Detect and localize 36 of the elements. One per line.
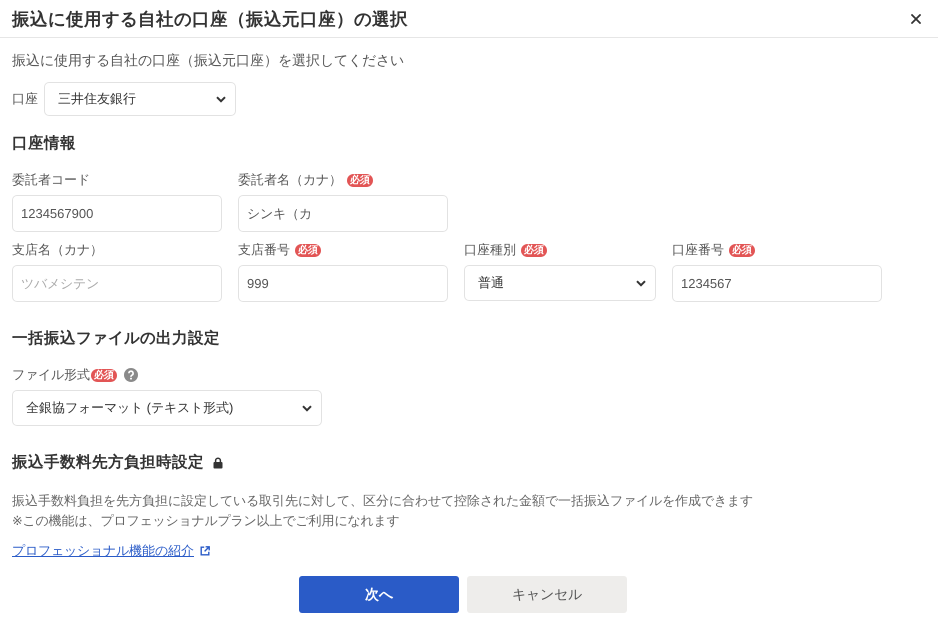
input-field[interactable]: 1234567900 <box>12 195 222 232</box>
required-badge: 必須 <box>347 174 373 186</box>
field-label: 委託者コード <box>12 171 90 189</box>
description-text: 振込手数料負担を先方負担に設定している取引先に対して、区分に合わせて控除された金額で一括振込ファイルを作成できます <box>12 492 754 510</box>
close-icon[interactable] <box>911 14 921 24</box>
field-label: 口座 <box>12 90 38 108</box>
description-text: ※この機能は、プロフェッショナルプラン以上でご利用になれます <box>12 512 401 530</box>
field-label: 支店番号 <box>238 241 290 259</box>
field-label: 委託者名（カナ） <box>238 171 342 189</box>
select-field[interactable]: 普通 <box>464 265 656 301</box>
field-label: 口座種別 <box>464 241 516 259</box>
chevron-down-icon <box>216 96 226 102</box>
required-badge: 必須 <box>295 244 321 256</box>
section-heading: 口座情報 <box>12 134 77 154</box>
input-field[interactable]: ツバメシテン <box>12 265 222 302</box>
input-field[interactable]: シンキ（カ <box>238 195 448 232</box>
account-select[interactable]: 三井住友銀行 <box>44 82 236 116</box>
chevron-down-icon <box>302 404 312 412</box>
field-label: ファイル形式 <box>12 366 90 384</box>
section-heading: 一括振込ファイルの出力設定 <box>12 328 221 349</box>
dialog-title: 振込に使用する自社の口座（振込元口座）の選択 <box>12 8 408 30</box>
instruction-text: 振込に使用する自社の口座（振込元口座）を選択してください <box>12 52 405 70</box>
input-field[interactable]: 999 <box>238 265 448 302</box>
feature-link[interactable]: プロフェッショナル機能の紹介 <box>12 542 194 560</box>
next-button[interactable]: 次へ <box>299 576 459 613</box>
cancel-button[interactable]: キャンセル <box>467 576 627 613</box>
file-format-select[interactable]: 全銀協フォーマット (テキスト形式) <box>12 390 322 426</box>
required-badge: 必須 <box>521 244 547 256</box>
field-label: 口座番号 <box>672 241 724 259</box>
section-heading: 振込手数料先方負担時設定 <box>12 452 204 473</box>
input-field[interactable]: 1234567 <box>672 265 882 302</box>
field-label: 支店名（カナ） <box>12 241 103 259</box>
chevron-down-icon <box>636 280 646 286</box>
required-badge: 必須 <box>729 244 755 256</box>
required-badge: 必須 <box>91 368 117 382</box>
help-icon[interactable] <box>124 368 138 382</box>
